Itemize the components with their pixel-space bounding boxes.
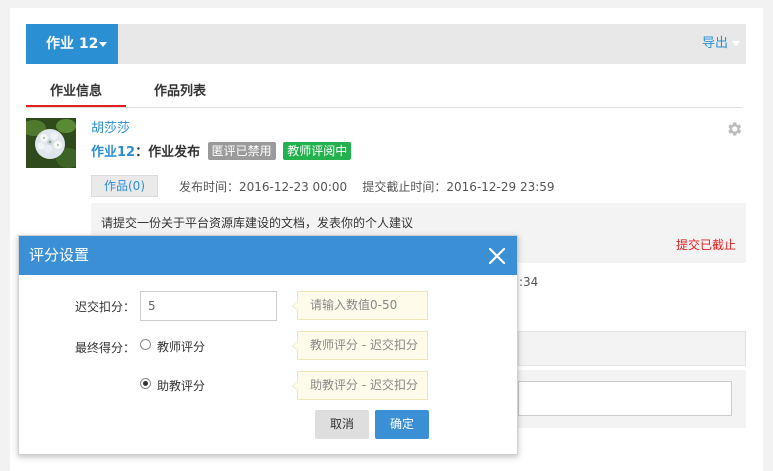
homework-dropdown[interactable]: 作业 12 — [26, 24, 118, 64]
publish-time: 发布时间：2016-12-23 00:00 — [179, 180, 348, 194]
homework-title-suffix: ：作业发布 — [135, 145, 201, 160]
caret-down-icon — [732, 41, 740, 46]
score-settings-dialog: 评分设置 迟交扣分： 请输入数值0-50 最终得分： 教师评分 教师评分 - 迟… — [18, 235, 518, 455]
hydrangea-photo — [26, 118, 76, 168]
homework-title: 作业12：作业发布 匿评已禁用 教师评阅中 — [91, 141, 352, 160]
late-deduct-label: 迟交扣分： — [75, 300, 136, 314]
homework-toolbar: 作业 12 导出 — [26, 24, 746, 64]
avatar[interactable] — [26, 118, 76, 168]
tab-works-list[interactable]: 作品列表 — [130, 80, 230, 107]
dialog-title: 评分设置 — [29, 246, 90, 264]
teacher-score-label[interactable]: 教师评分 — [157, 338, 205, 355]
teacher-score-radio[interactable] — [140, 339, 151, 350]
tab-homework-info[interactable]: 作业信息 — [26, 80, 126, 107]
final-score-label: 最终得分： — [75, 341, 136, 355]
export-button[interactable]: 导出 — [702, 24, 740, 64]
background-bar — [518, 331, 746, 366]
deadline-time: 提交截止时间：2016-12-29 23:59 — [362, 180, 555, 194]
homework-times: 发布时间：2016-12-23 00:00 提交截止时间：2016-12-29 … — [179, 178, 555, 195]
late-deduct-input[interactable] — [140, 291, 277, 321]
peer-review-disabled-badge: 匿评已禁用 — [207, 142, 276, 160]
assistant-score-label[interactable]: 助教评分 — [157, 377, 205, 394]
teacher-reviewing-badge: 教师评阅中 — [283, 142, 352, 160]
export-label: 导出 — [701, 36, 728, 51]
gear-icon[interactable] — [725, 120, 743, 138]
homework-title-name: 作业12 — [91, 145, 136, 160]
works-count-button[interactable]: 作品(0) — [91, 175, 158, 197]
tab-bar: 作业信息 作品列表 — [26, 80, 742, 108]
confirm-button[interactable]: 确定 — [375, 410, 429, 439]
close-icon[interactable] — [487, 246, 507, 266]
homework-description: 请提交一份关于平台资源库建设的文档，发表你的个人建议 — [101, 216, 414, 230]
teacher-score-hint: 教师评分 - 迟交扣分 — [292, 331, 428, 360]
homework-dropdown-label: 作业 12 — [46, 36, 99, 52]
author-name-link[interactable]: 胡莎莎 — [91, 117, 130, 136]
late-deduct-hint: 请输入数值0-50 — [292, 291, 428, 320]
caret-down-icon — [99, 41, 108, 47]
background-comment-input[interactable] — [518, 381, 732, 416]
assistant-score-hint: 助教评分 - 迟交扣分 — [292, 371, 428, 400]
assistant-score-radio[interactable] — [140, 378, 151, 389]
dialog-header: 评分设置 — [19, 236, 517, 275]
cancel-button[interactable]: 取消 — [315, 410, 369, 439]
partial-time-text: :34 — [519, 275, 539, 289]
deadline-status: 提交已截止 — [675, 238, 736, 252]
